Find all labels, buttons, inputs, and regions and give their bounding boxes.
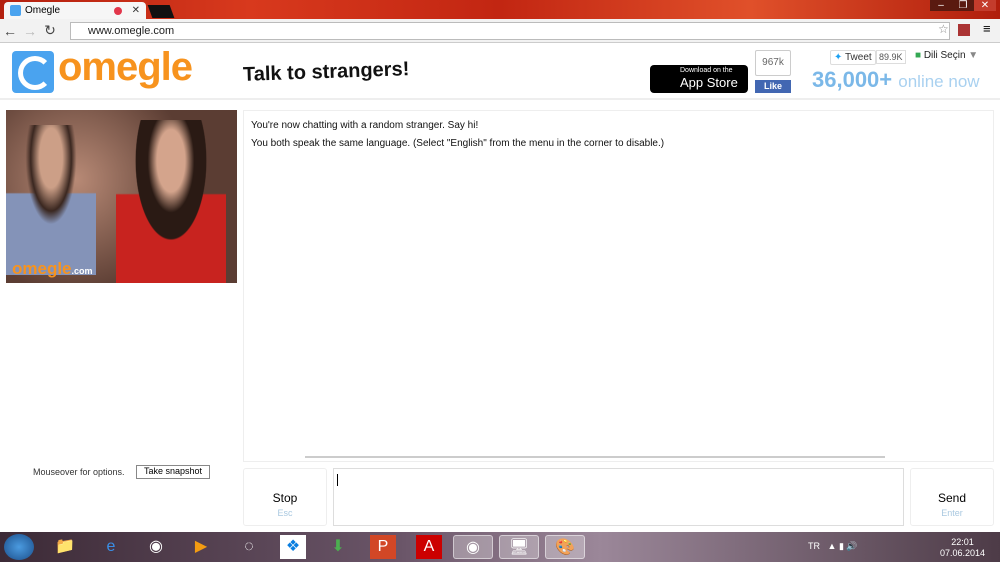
language-label: Dili Seçin: [923, 50, 966, 61]
send-shortcut: Enter: [941, 508, 963, 518]
online-count: 36,000+: [812, 67, 893, 92]
star-icon[interactable]: ☆: [938, 22, 949, 36]
appstore-small-text: Download on the: [680, 67, 733, 74]
online-counter: 36,000+ online now: [812, 67, 980, 93]
close-window-button[interactable]: ✕: [974, 0, 996, 11]
powerpoint-icon[interactable]: P: [370, 535, 396, 559]
language-select[interactable]: ■ Dili Seçin ▼: [915, 50, 978, 61]
acrobat-icon[interactable]: A: [416, 535, 442, 559]
horizontal-scrollbar[interactable]: [305, 456, 885, 458]
stop-button[interactable]: Stop Esc: [243, 468, 327, 526]
take-snapshot-button[interactable]: Take snapshot: [136, 465, 210, 479]
text-caret: [337, 474, 338, 486]
status-message: You both speak the same language. (Selec…: [251, 138, 665, 149]
stop-shortcut: Esc: [277, 508, 293, 518]
download-manager-icon[interactable]: ⬇: [325, 535, 351, 559]
remote-desktop-icon[interactable]: 🖥: [499, 535, 539, 559]
media-player-icon[interactable]: ▶: [188, 535, 214, 559]
video-watermark: omegle.com: [12, 259, 93, 279]
tagline: Talk to strangers!: [242, 58, 410, 86]
ie-icon[interactable]: e: [98, 535, 124, 559]
start-button[interactable]: [4, 534, 34, 560]
chrome-icon[interactable]: ◉: [143, 535, 169, 559]
stop-label: Stop: [272, 491, 298, 505]
browser-toolbar: ← → ↻ www.omegle.com ☆ ≡: [0, 19, 1000, 43]
chrome-active-icon[interactable]: ◉: [453, 535, 493, 559]
input-language[interactable]: TR: [808, 541, 820, 551]
reload-icon[interactable]: ↻: [40, 22, 60, 39]
watermark-text: omegle: [12, 259, 72, 278]
back-icon[interactable]: ←: [0, 23, 20, 39]
recording-icon: [113, 6, 122, 15]
facebook-like-count: 967k: [755, 50, 791, 76]
status-message: You're now chatting with a random strang…: [251, 120, 479, 131]
url-text: www.omegle.com: [88, 25, 175, 37]
video-person: [6, 125, 96, 275]
app-store-button[interactable]: Download on the App Store: [650, 65, 748, 93]
tweet-button[interactable]: ✦ Tweet: [830, 50, 876, 65]
google-translate-icon: ■: [915, 50, 922, 61]
clock-date: 07.06.2014: [940, 548, 986, 558]
twitter-bird-icon: ✦: [834, 52, 843, 63]
minimize-button[interactable]: –: [930, 0, 952, 11]
system-tray: TR ▲ ▮ 🔊: [808, 541, 858, 552]
explorer-icon[interactable]: 📁: [52, 535, 78, 559]
chat-log: You're now chatting with a random strang…: [243, 110, 994, 462]
windows-taskbar: 📁 e ◉ ▶ ◌ ❖ ⬇ P A ◉ 🖥 🎨 TR ▲ ▮ 🔊 22:01 07…: [0, 532, 1000, 562]
clock-time: 22:01: [951, 537, 974, 547]
message-input[interactable]: [333, 468, 904, 526]
send-button[interactable]: Send Enter: [910, 468, 994, 526]
address-bar[interactable]: www.omegle.com: [70, 22, 950, 40]
appstore-big-text: App Store: [680, 75, 738, 90]
tweet-count: 89.9K: [876, 50, 906, 64]
stranger-video[interactable]: omegle.com: [6, 110, 237, 283]
paint-icon[interactable]: 🎨: [545, 535, 585, 559]
omegle-header: omegle Talk to strangers! Download on th…: [0, 43, 1000, 100]
facebook-like-button[interactable]: Like: [755, 80, 791, 93]
restore-button[interactable]: ❐: [952, 0, 974, 11]
forward-icon[interactable]: →: [20, 23, 40, 39]
new-tab-button[interactable]: [147, 5, 175, 18]
menu-icon[interactable]: ≡: [983, 21, 991, 36]
watermark-suffix: .com: [71, 266, 93, 276]
online-label: online now: [898, 72, 980, 91]
chevron-down-icon: ▼: [968, 50, 979, 61]
omegle-logo-icon: [12, 51, 54, 93]
tab-title: Omegle: [25, 5, 61, 16]
browser-titlebar: Omegle ✕ – ❐ ✕: [0, 0, 1000, 19]
tab-omegle[interactable]: Omegle ✕: [4, 2, 146, 19]
extension-icon[interactable]: [958, 24, 970, 36]
tray-expand-icon[interactable]: ▲: [828, 541, 837, 551]
send-label: Send: [937, 491, 967, 505]
omegle-favicon-icon: [10, 5, 21, 16]
volume-icon[interactable]: 🔊: [846, 541, 857, 551]
network-icon[interactable]: ▮: [839, 541, 844, 551]
dropbox-icon[interactable]: ❖: [280, 535, 306, 559]
mouseover-hint: Mouseover for options.: [33, 467, 125, 477]
tweet-label: Tweet: [845, 52, 872, 63]
app-icon[interactable]: ◌: [236, 535, 262, 559]
clock[interactable]: 22:01 07.06.2014: [940, 537, 985, 559]
video-person: [116, 120, 226, 283]
omegle-logo[interactable]: omegle: [58, 45, 193, 90]
close-tab-icon[interactable]: ✕: [132, 5, 140, 16]
